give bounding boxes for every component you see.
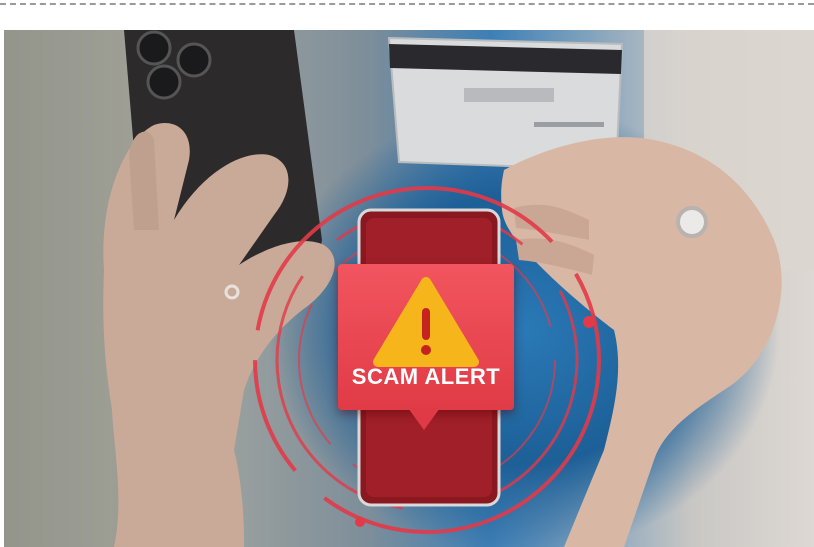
right-ring	[676, 206, 708, 238]
scam-alert-label: SCAM ALERT	[351, 364, 501, 389]
alert-pointer	[408, 408, 440, 430]
dashed-divider	[0, 3, 814, 5]
scam-alert-photo: SCAM ALERT	[4, 30, 814, 547]
